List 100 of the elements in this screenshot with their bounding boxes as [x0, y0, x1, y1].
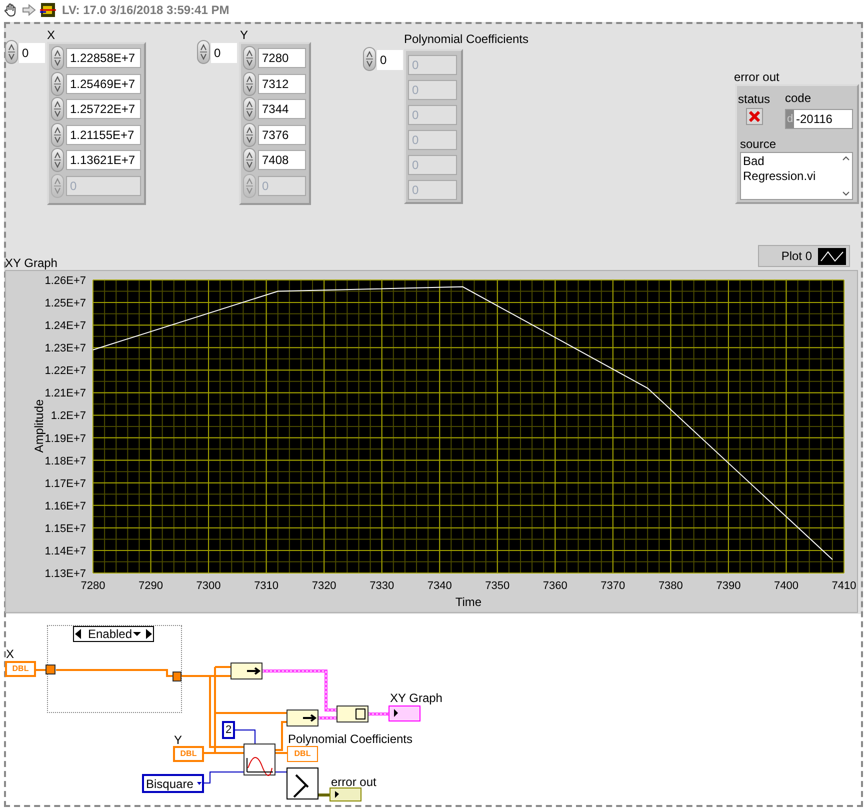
x-tick-label: 7360 [542, 580, 568, 592]
numeric-terminal: DBL [287, 746, 318, 762]
y-tick-label: 1.22E+7 [44, 365, 86, 378]
y-tick-label: 1.21E+7 [44, 388, 86, 400]
x-tick-label: 7330 [370, 580, 394, 592]
regression-node [244, 744, 276, 776]
plot-legend[interactable]: Plot 0 [758, 245, 850, 267]
increment-arrows[interactable] [243, 148, 256, 172]
cluster-label: error out [734, 69, 780, 86]
source-text: Bad Regression.vi [742, 153, 817, 185]
increment-arrows[interactable] [197, 40, 210, 64]
increment-arrows[interactable] [243, 122, 256, 146]
decrement-arrow-icon[interactable] [74, 627, 82, 641]
numeric-constant: 2 [222, 721, 235, 739]
terminal-label: Y [174, 732, 182, 749]
increment-arrows[interactable] [243, 72, 256, 96]
x-tick-label: 7280 [80, 580, 106, 592]
index-field[interactable]: 0 [19, 43, 45, 63]
y-tick-label: 1.24E+7 [44, 320, 86, 332]
scroll-down-icon[interactable] [842, 191, 850, 196]
increment-arrows[interactable] [363, 47, 376, 71]
numeric-terminal: DBL [5, 661, 36, 677]
terminal-label: XY Graph [390, 690, 442, 707]
ring-constant[interactable]: Bisquare [142, 774, 204, 793]
tunnel [46, 664, 56, 674]
increment-arrows[interactable] [243, 97, 256, 121]
numeric-value[interactable]: 1.13621E+7 [66, 150, 141, 170]
x-axis-title: Time [455, 595, 482, 609]
error-conversion-node [286, 768, 318, 800]
x-tick-label: 7390 [716, 580, 741, 592]
build-array-node [286, 710, 318, 726]
numeric-value[interactable]: 7280 [258, 48, 306, 68]
increment-arrow-icon[interactable] [145, 627, 153, 641]
increment-arrows[interactable] [243, 46, 256, 70]
dropdown-caret-icon[interactable] [197, 781, 202, 786]
y-tick-label: 1.15E+7 [44, 522, 86, 535]
increment-arrows[interactable] [51, 122, 64, 146]
numeric-value[interactable]: 1.21155E+7 [66, 124, 141, 144]
y-tick-label: 1.13E+7 [44, 568, 86, 580]
numeric-value[interactable]: 7312 [258, 74, 306, 94]
increment-arrows[interactable] [51, 97, 64, 121]
radix-marker: d [786, 110, 794, 128]
source-label: source [740, 136, 776, 153]
dropdown-caret-icon[interactable] [132, 631, 142, 637]
graph-label: XY Graph [5, 255, 58, 272]
tunnel [172, 672, 182, 682]
y-tick-label: 1.2E+7 [50, 410, 86, 422]
terminal-label: X [6, 646, 14, 663]
x-tick-label: 7340 [427, 580, 452, 592]
scroll-up-icon[interactable] [842, 156, 850, 161]
error-terminal [330, 788, 362, 802]
terminal-label: Polynomial Coefficients [288, 731, 413, 748]
numeric-terminal: DBL [173, 746, 204, 762]
graph-terminal [388, 706, 420, 722]
x-tick-label: 7320 [312, 580, 336, 592]
index-field[interactable]: 0 [211, 43, 237, 63]
y-tick-label: 1.26E+7 [44, 275, 86, 287]
array-label: Polynomial Coefficients [404, 31, 529, 48]
numeric-value[interactable]: 1.25722E+7 [66, 99, 141, 119]
y-tick-label: 1.14E+7 [44, 545, 86, 558]
version-timestamp: LV: 17.0 3/16/2018 3:59:41 PM [62, 2, 230, 19]
increment-arrows[interactable] [51, 148, 64, 172]
x-tick-label: 7310 [254, 580, 279, 592]
line-sample-icon [818, 248, 846, 264]
numeric-value[interactable]: 7376 [258, 124, 306, 144]
x-tick-label: 7290 [138, 580, 163, 592]
y-tick-label: 1.18E+7 [44, 455, 86, 468]
y-tick-label: 1.25E+7 [44, 298, 86, 310]
code-label: code [785, 90, 812, 107]
x-tick-label: 7350 [485, 580, 510, 592]
increment-arrows[interactable] [51, 72, 64, 96]
case-selector[interactable]: Enabled [73, 626, 154, 642]
hand-icon[interactable] [4, 3, 18, 17]
status-label: status [738, 91, 770, 108]
vi-icon[interactable] [40, 2, 56, 18]
y-tick-label: 1.23E+7 [44, 342, 86, 355]
index-field[interactable]: 0 [377, 50, 403, 70]
build-array-node [230, 662, 262, 680]
y-tick-label: 1.19E+7 [44, 432, 86, 445]
y-axis-title: Amplitude [32, 399, 46, 453]
numeric-value[interactable]: 1.22858E+7 [66, 48, 141, 68]
increment-arrows[interactable] [51, 46, 64, 70]
x-tick-label: 7300 [196, 580, 221, 592]
increment-arrows[interactable] [5, 40, 18, 64]
x-tick-label: 7400 [774, 580, 798, 592]
array-label: X [47, 27, 56, 44]
bundle-node [336, 706, 368, 722]
x-tick-label: 7370 [600, 580, 626, 592]
terminal-label: error out [331, 774, 376, 791]
x-tick-label: 7380 [658, 580, 683, 592]
selector-text: Enabled [86, 626, 132, 643]
code-value: -20116 [795, 111, 832, 128]
numeric-value[interactable]: 1.25469E+7 [66, 74, 141, 94]
numeric-value[interactable]: 7408 [258, 150, 306, 170]
y-tick-label: 1.16E+7 [44, 500, 86, 512]
numeric-value[interactable]: 7344 [258, 99, 306, 119]
x-tick-label: 7410 [832, 580, 856, 592]
array-label: Y [240, 27, 248, 44]
y-tick-label: 1.17E+7 [44, 478, 86, 490]
legend-text: Plot 0 [781, 248, 812, 265]
